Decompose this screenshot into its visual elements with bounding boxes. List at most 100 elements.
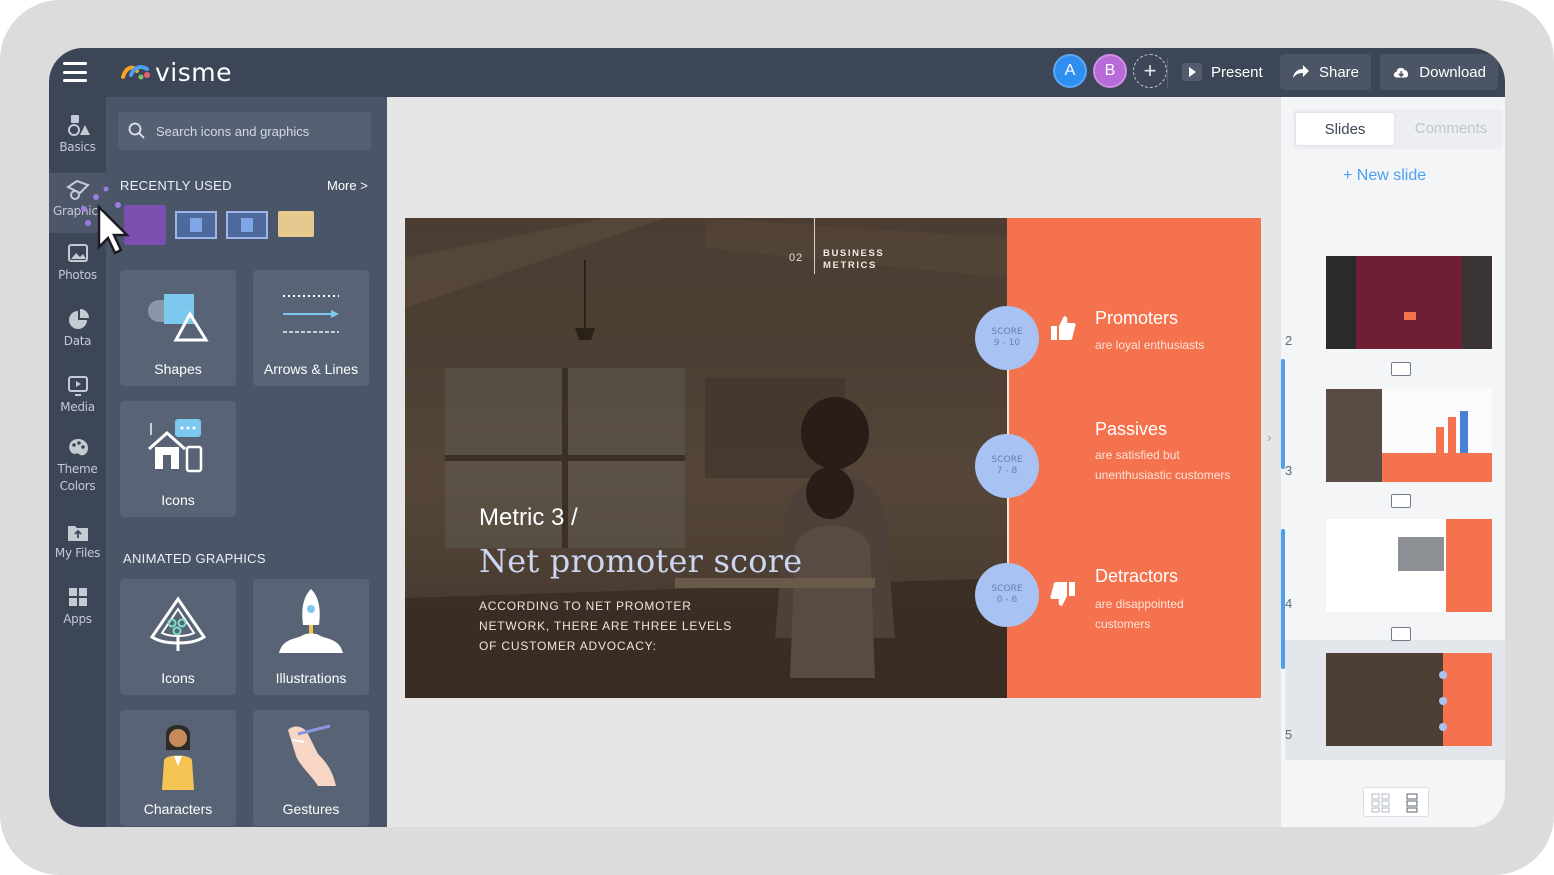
app-window: visme A B + Present Share Download Basic… xyxy=(49,48,1505,827)
metric-body[interactable]: ACCORDING TO NET PROMOTER NETWORK, THERE… xyxy=(479,596,749,656)
level-name-promoters[interactable]: Promoters xyxy=(1095,308,1178,329)
metric-title[interactable]: Metric 3 / xyxy=(479,504,578,532)
rail-label: Data xyxy=(63,334,92,348)
transition-icon[interactable] xyxy=(1391,494,1411,508)
tab-comments[interactable]: Comments xyxy=(1401,112,1501,146)
rail-label: Apps xyxy=(63,612,92,626)
recent-item-image-placeholder[interactable] xyxy=(175,211,217,239)
level-desc-promoters[interactable]: are loyal enthusiasts xyxy=(1095,335,1235,355)
category-icons[interactable]: Icons xyxy=(120,401,236,517)
download-button[interactable]: Download xyxy=(1380,54,1498,90)
slide-thumbnail-3[interactable] xyxy=(1326,389,1492,482)
rail-label: Photos xyxy=(58,268,97,282)
present-button[interactable]: Present xyxy=(1170,54,1275,90)
play-icon xyxy=(1182,63,1202,81)
score-label: SCORE xyxy=(991,327,1023,337)
collaborators: A B + xyxy=(1053,54,1167,88)
score-circle-passives[interactable]: SCORE 7 - 8 xyxy=(975,434,1039,498)
level-name-detractors[interactable]: Detractors xyxy=(1095,566,1178,587)
rocket-icon xyxy=(279,589,343,653)
list-view-icon[interactable] xyxy=(1402,793,1422,813)
transition-icon[interactable] xyxy=(1391,627,1411,641)
category-arrows-lines[interactable]: Arrows & Lines xyxy=(253,270,369,386)
thumb-accent xyxy=(1443,653,1492,746)
recent-item-image-placeholder[interactable] xyxy=(226,211,268,239)
view-toggle xyxy=(1363,787,1429,817)
section-title[interactable]: BUSINESS METRICS xyxy=(823,248,903,272)
level-desc-detractors[interactable]: are disappointed customers xyxy=(1095,594,1235,634)
collapse-panel-chevron-icon[interactable]: › xyxy=(1267,429,1281,455)
shapes-icon xyxy=(148,294,209,342)
transition-icon[interactable] xyxy=(1391,362,1411,376)
editor-canvas[interactable]: 02 BUSINESS METRICS Metric 3 / Net promo… xyxy=(387,97,1280,827)
rail-item-media[interactable]: Media xyxy=(49,375,106,416)
score-label: SCORE xyxy=(991,455,1023,465)
thumb-photo-block xyxy=(1398,537,1444,571)
section-divider xyxy=(814,218,815,274)
share-button[interactable]: Share xyxy=(1280,54,1371,90)
search-box[interactable] xyxy=(118,112,371,150)
rail-item-basics[interactable]: Basics xyxy=(49,113,106,156)
files-icon xyxy=(67,526,88,541)
animated-category-icons[interactable]: Icons xyxy=(120,579,236,695)
thumb-photo-block xyxy=(1326,389,1382,482)
toolbar-divider xyxy=(1167,58,1168,88)
thumb-bar xyxy=(1436,427,1444,453)
panel-tabs: Slides Comments xyxy=(1293,109,1503,149)
tile-label: Gestures xyxy=(282,801,340,817)
level-desc-passives[interactable]: are satisfied but unenthusiastic custome… xyxy=(1095,445,1235,485)
animated-category-illustrations[interactable]: Illustrations xyxy=(253,579,369,695)
present-label: Present xyxy=(1211,63,1263,81)
recent-item-tan-shape[interactable] xyxy=(278,211,314,237)
tile-label: Icons xyxy=(161,670,195,686)
score-circle-detractors[interactable]: SCORE 0 - 6 xyxy=(975,563,1039,627)
media-icon xyxy=(67,376,88,396)
thumbs-down-icon[interactable] xyxy=(1050,580,1076,608)
thumb-photo-block xyxy=(1326,653,1443,746)
rail-item-my-files[interactable]: My Files xyxy=(49,521,106,562)
category-shapes[interactable]: Shapes xyxy=(120,270,236,386)
slide-thumbnail-4[interactable] xyxy=(1326,519,1492,612)
search-input[interactable] xyxy=(156,123,356,139)
thumb-score-dot xyxy=(1439,671,1447,679)
animated-graphics-heading: ANIMATED GRAPHICS xyxy=(123,551,266,566)
graphics-library-panel: RECENTLY USED More > Shapes Arrows & Lin… xyxy=(81,97,387,827)
score-label: SCORE xyxy=(991,584,1023,594)
rail-item-data[interactable]: Data xyxy=(49,309,106,350)
new-slide-button[interactable]: + New slide xyxy=(1343,167,1426,185)
section-number[interactable]: 02 xyxy=(789,252,803,264)
thumb-photo-block xyxy=(1326,256,1356,349)
score-circle-promoters[interactable]: SCORE 9 - 10 xyxy=(975,306,1039,370)
add-collaborator-button[interactable]: + xyxy=(1133,54,1167,88)
slide-thumbnail-2[interactable] xyxy=(1326,256,1492,349)
avatar-b[interactable]: B xyxy=(1093,54,1127,88)
current-slide[interactable]: 02 BUSINESS METRICS Metric 3 / Net promo… xyxy=(405,218,1261,698)
level-name-passives[interactable]: Passives xyxy=(1095,419,1167,440)
more-link[interactable]: More > xyxy=(327,178,368,193)
thumb-photo-block xyxy=(1462,256,1492,349)
rail-label: My Files xyxy=(54,546,101,560)
tile-label: Arrows & Lines xyxy=(263,361,359,377)
mouse-cursor-icon xyxy=(81,186,131,255)
animated-category-gestures[interactable]: Gestures xyxy=(253,710,369,826)
animated-category-characters[interactable]: Characters xyxy=(120,710,236,826)
device-frame: visme A B + Present Share Download Basic… xyxy=(0,0,1554,875)
scrollbar-upper[interactable] xyxy=(1281,359,1285,469)
menu-icon[interactable] xyxy=(63,62,87,82)
tab-slides[interactable]: Slides xyxy=(1295,112,1395,146)
tile-label: Illustrations xyxy=(275,670,347,686)
slide-thumbnail-5-selected[interactable] xyxy=(1326,653,1492,746)
metric-subtitle[interactable]: Net promoter score xyxy=(479,542,802,580)
score-range: 7 - 8 xyxy=(996,466,1018,476)
thumbs-up-icon[interactable] xyxy=(1050,314,1076,342)
rail-item-theme-colors[interactable]: Theme Colors xyxy=(49,437,106,495)
rail-label: Media xyxy=(60,400,95,414)
slide-number: 3 xyxy=(1285,463,1293,478)
image-placeholder-icon xyxy=(241,218,253,232)
thumb-score-dot xyxy=(1439,723,1447,731)
grid-view-icon[interactable] xyxy=(1371,793,1391,813)
thumb-bar xyxy=(1460,411,1468,453)
visme-logo[interactable]: visme xyxy=(121,58,232,87)
rail-item-apps[interactable]: Apps xyxy=(49,587,106,628)
avatar-a[interactable]: A xyxy=(1053,54,1087,88)
